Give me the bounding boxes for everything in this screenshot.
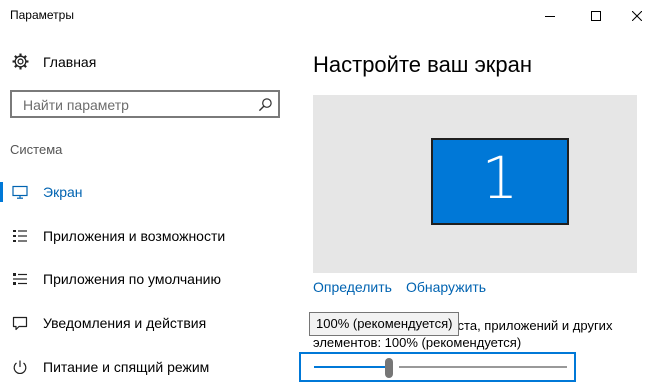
default-apps-icon	[12, 271, 28, 287]
section-heading: Система	[10, 142, 63, 157]
maximize-icon	[591, 11, 601, 21]
search-icon[interactable]	[258, 97, 273, 117]
apps-list-icon	[12, 228, 28, 244]
sidebar-item-default-apps[interactable]: Приложения по умолчанию	[0, 263, 290, 295]
close-icon	[632, 11, 642, 21]
display-1-tile[interactable]: 1	[431, 138, 569, 225]
sidebar-item-label: Питание и спящий режим	[43, 359, 210, 375]
slider-track-remaining	[399, 366, 567, 368]
detect-link[interactable]: Обнаружить	[406, 279, 486, 295]
title-bar: Параметры	[0, 0, 660, 32]
sidebar-item-apps-features[interactable]: Приложения и возможности	[0, 220, 290, 252]
display-number: 1	[481, 144, 519, 212]
maximize-button[interactable]	[573, 0, 619, 32]
search-placeholder: Найти параметр	[23, 97, 129, 113]
slider-value-tooltip: 100% (рекомендуется)	[309, 312, 460, 336]
sidebar-item-notifications[interactable]: Уведомления и действия	[0, 307, 290, 339]
display-preview-area: 1	[313, 95, 637, 273]
slider-track-filled	[314, 366, 389, 368]
home-nav-item[interactable]: Главная	[0, 48, 290, 76]
power-icon	[12, 359, 28, 375]
slider-thumb[interactable]	[385, 358, 393, 378]
search-input[interactable]: Найти параметр	[10, 90, 280, 118]
home-label: Главная	[43, 54, 97, 70]
sidebar-item-label: Экран	[43, 184, 83, 200]
sidebar-item-power[interactable]: Питание и спящий режим	[0, 351, 290, 383]
close-button[interactable]	[614, 0, 660, 32]
monitor-icon	[12, 184, 28, 200]
sidebar-item-label: Приложения и возможности	[43, 228, 226, 244]
notification-icon	[12, 315, 28, 331]
minimize-icon	[545, 16, 555, 17]
active-indicator	[0, 182, 3, 202]
gear-icon	[12, 53, 29, 75]
sidebar: Главная Найти параметр Система Экран При…	[0, 32, 290, 392]
identify-link[interactable]: Определить	[313, 279, 392, 295]
sidebar-item-label: Приложения по умолчанию	[43, 271, 221, 287]
sidebar-item-display[interactable]: Экран	[0, 176, 290, 208]
window-title: Параметры	[10, 8, 74, 22]
scale-slider[interactable]	[299, 352, 576, 382]
sidebar-item-label: Уведомления и действия	[43, 315, 207, 331]
page-title: Настройте ваш экран	[313, 52, 533, 77]
minimize-button[interactable]	[527, 0, 573, 32]
